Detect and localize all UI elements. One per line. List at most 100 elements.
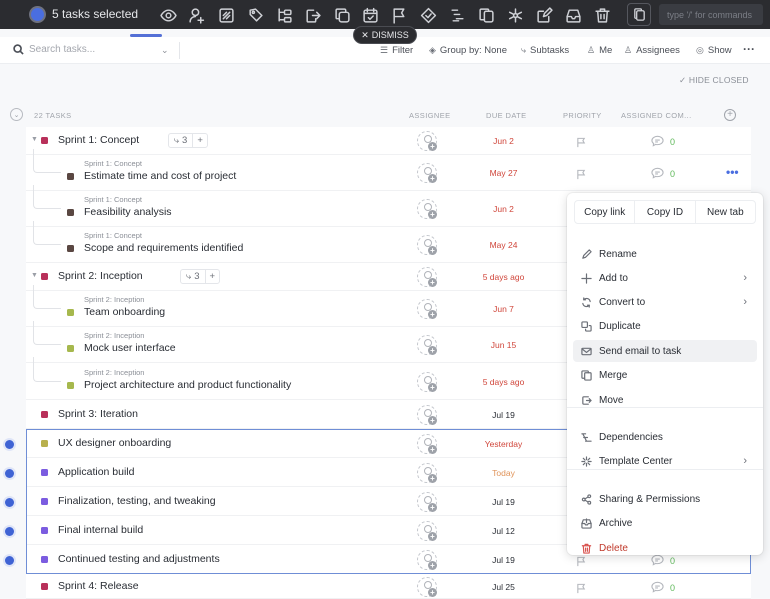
- task-name[interactable]: Mock user interface: [84, 342, 176, 354]
- edit-icon[interactable]: [534, 5, 554, 25]
- chevron-down-icon[interactable]: ⌄: [161, 45, 169, 56]
- task-name[interactable]: Continued testing and adjustments: [58, 553, 220, 565]
- menu-item-archive[interactable]: Archive: [573, 512, 757, 534]
- subtask-count[interactable]: ⤷ 3: [181, 270, 206, 283]
- assignee-avatar-add[interactable]: [417, 131, 437, 151]
- assignee-avatar-add[interactable]: [417, 371, 437, 392]
- selection-indicator[interactable]: [31, 8, 44, 21]
- task-name[interactable]: Scope and requirements identified: [84, 242, 243, 254]
- dismiss-button[interactable]: ✕ DISMISS: [353, 26, 417, 44]
- show-button[interactable]: ◎ Show: [696, 45, 732, 56]
- task-row[interactable]: Sprint 4: Release Jul 25 0: [26, 574, 751, 599]
- watch-icon[interactable]: [158, 5, 178, 25]
- column-header-assigned-comments[interactable]: ASSIGNED COM...: [621, 111, 692, 120]
- row-more-options-icon[interactable]: •••: [726, 165, 739, 179]
- group-by-button[interactable]: ◈ Group by: None: [429, 45, 507, 56]
- status-square[interactable]: [67, 209, 74, 216]
- comments-cell[interactable]: 0: [651, 581, 675, 595]
- assignees-button[interactable]: ♙ Assignees: [624, 45, 680, 56]
- command-input[interactable]: [659, 4, 763, 25]
- menu-item-add-to[interactable]: Add to ›: [573, 267, 757, 289]
- assign-icon[interactable]: [186, 5, 206, 25]
- subtasks-button[interactable]: ⤷ Subtasks: [521, 45, 569, 56]
- column-header-priority[interactable]: PRIORITY: [563, 111, 602, 120]
- menu-item-merge[interactable]: Merge: [573, 364, 757, 386]
- menu-item-dependencies[interactable]: Dependencies: [573, 426, 757, 448]
- assignee-avatar-add[interactable]: [417, 163, 437, 183]
- status-square[interactable]: [41, 439, 48, 447]
- due-date[interactable]: Jul 25: [456, 582, 551, 592]
- status-square[interactable]: [41, 497, 48, 505]
- status-square[interactable]: [67, 245, 74, 252]
- task-name[interactable]: Finalization, testing, and tweaking: [58, 495, 216, 507]
- status-square[interactable]: [67, 381, 74, 389]
- copy-tasks-button[interactable]: [627, 3, 651, 26]
- merge-icon[interactable]: [476, 5, 496, 25]
- due-date[interactable]: Today: [456, 468, 551, 478]
- add-column-icon[interactable]: +: [724, 109, 736, 121]
- due-date[interactable]: Yesterday: [456, 439, 551, 449]
- comments-cell[interactable]: 0: [651, 135, 675, 149]
- custom-field-icon[interactable]: [418, 5, 438, 25]
- row-selected-indicator[interactable]: [5, 526, 14, 536]
- task-name[interactable]: Team onboarding: [84, 306, 165, 318]
- due-date[interactable]: 5 days ago: [456, 272, 551, 282]
- row-selected-indicator[interactable]: [5, 497, 14, 507]
- subtask-row[interactable]: Sprint 1: Concept Estimate time and cost …: [26, 149, 751, 191]
- status-square[interactable]: [67, 309, 74, 316]
- assignee-avatar-add[interactable]: [417, 520, 437, 541]
- more-options-button[interactable]: ···: [743, 42, 755, 56]
- task-name[interactable]: Feasibility analysis: [84, 206, 172, 218]
- collapse-group-icon[interactable]: ⌄: [10, 108, 23, 121]
- task-name[interactable]: Sprint 4: Release: [58, 580, 139, 592]
- filter-button[interactable]: ☰ Filter: [380, 45, 413, 56]
- due-date[interactable]: Jun 2: [456, 204, 551, 214]
- row-selected-indicator[interactable]: [5, 555, 14, 565]
- status-square[interactable]: [41, 555, 48, 563]
- due-date-icon[interactable]: [360, 5, 380, 25]
- copy-link-button[interactable]: Copy link: [575, 201, 636, 223]
- status-square[interactable]: [41, 410, 48, 418]
- delete-icon[interactable]: [592, 5, 612, 25]
- due-date[interactable]: Jun 2: [456, 136, 551, 146]
- tags-icon[interactable]: [245, 5, 265, 25]
- assignee-avatar-add[interactable]: [417, 335, 437, 355]
- due-date[interactable]: May 27: [456, 168, 551, 178]
- due-date[interactable]: Jul 12: [456, 526, 551, 536]
- priority-icon[interactable]: [389, 5, 409, 25]
- move-icon[interactable]: [302, 5, 322, 25]
- assignee-avatar-add[interactable]: [417, 299, 437, 319]
- menu-item-convert-to[interactable]: Convert to ›: [573, 291, 757, 313]
- status-square[interactable]: [41, 137, 48, 144]
- relationship-icon[interactable]: [505, 5, 525, 25]
- due-date[interactable]: Jul 19: [456, 497, 551, 507]
- menu-item-duplicate[interactable]: Duplicate: [573, 315, 757, 337]
- new-tab-button[interactable]: New tab: [696, 201, 755, 223]
- due-date[interactable]: Jul 19: [456, 410, 551, 420]
- column-header-due-date[interactable]: DUE DATE: [486, 111, 527, 120]
- task-name[interactable]: Sprint 2: Inception: [58, 270, 143, 282]
- add-subtask-button[interactable]: +: [206, 271, 220, 282]
- priority-flag-icon[interactable]: [576, 581, 587, 599]
- hide-closed-toggle[interactable]: ✓ HIDE CLOSED: [679, 75, 749, 86]
- me-button[interactable]: ♙ Me: [587, 45, 612, 56]
- assignee-avatar-add[interactable]: [417, 235, 437, 255]
- task-name[interactable]: Project architecture and product functio…: [84, 379, 291, 391]
- due-date[interactable]: Jun 7: [456, 304, 551, 314]
- task-name[interactable]: Sprint 3: Iteration: [58, 408, 138, 420]
- due-date[interactable]: Jun 15: [456, 340, 551, 350]
- menu-item-send-email-to-task[interactable]: Send email to task: [573, 340, 757, 362]
- subtask-count-badge[interactable]: ⤷ 3 +: [179, 269, 221, 284]
- status-square[interactable]: [67, 173, 74, 180]
- duplicate-icon[interactable]: [332, 5, 352, 25]
- subtask-count-badge[interactable]: ⤷ 3 +: [167, 133, 208, 148]
- assignee-avatar-add[interactable]: [417, 199, 437, 219]
- task-row[interactable]: ▼Sprint 1: Concept⤷3+Jun 20: [26, 127, 751, 155]
- status-icon[interactable]: [216, 5, 236, 25]
- due-date[interactable]: May 24: [456, 240, 551, 250]
- collapse-caret-icon[interactable]: ▼: [31, 272, 38, 279]
- status-square[interactable]: [41, 273, 48, 280]
- assignee-avatar-add[interactable]: [417, 267, 437, 287]
- assignee-avatar-add[interactable]: [417, 404, 437, 425]
- task-name[interactable]: Estimate time and cost of project: [84, 170, 236, 182]
